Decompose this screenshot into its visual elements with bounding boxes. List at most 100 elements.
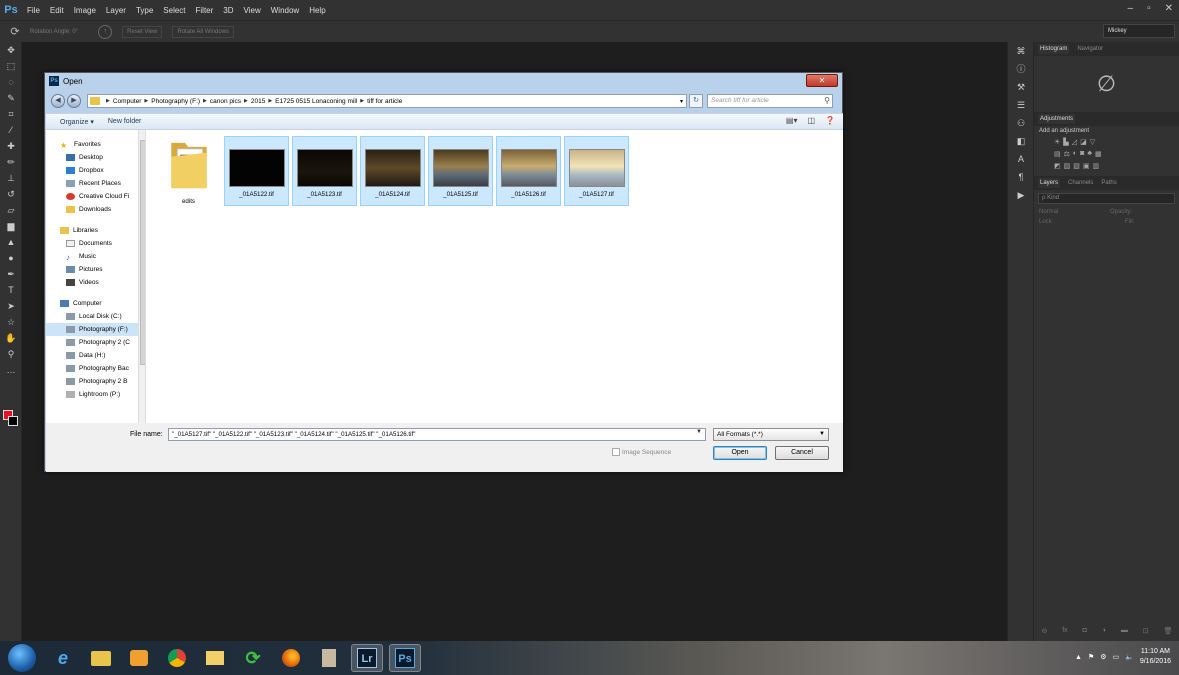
tab-channels[interactable]: Channels xyxy=(1068,180,1093,186)
chrome-icon[interactable] xyxy=(161,644,193,672)
display-icon[interactable]: ▭ xyxy=(1113,653,1120,661)
media-player-icon[interactable] xyxy=(123,644,155,672)
new-folder-button[interactable]: New folder xyxy=(108,118,141,125)
network-icon[interactable]: ⚙ xyxy=(1100,653,1106,661)
app-icon[interactable] xyxy=(313,644,345,672)
file-item[interactable]: _01A5126.tif xyxy=(496,136,561,206)
blend-mode-select[interactable]: Normal xyxy=(1039,209,1058,215)
nav-creative-cloud[interactable]: Creative Cloud Fi xyxy=(46,190,145,203)
breadcrumb-lonaconing[interactable]: E1725 0515 Lonaconing mill xyxy=(275,98,357,105)
file-item[interactable]: _01A5125.tif xyxy=(428,136,493,206)
nav-photography-f[interactable]: Photography (F:) xyxy=(46,323,145,336)
reset-view-button[interactable]: Reset View xyxy=(122,25,163,38)
photoshop-taskbar-icon[interactable]: Ps xyxy=(389,644,421,672)
tab-histogram[interactable]: Histogram xyxy=(1038,44,1070,54)
dodge-tool-icon[interactable]: ● xyxy=(0,250,22,266)
help-icon[interactable]: ❓ xyxy=(825,116,835,125)
image-sequence-checkbox[interactable]: Image Sequence xyxy=(612,448,671,456)
tab-navigator[interactable]: Navigator xyxy=(1077,46,1103,52)
nav-dropbox[interactable]: Dropbox xyxy=(46,164,145,177)
stamp-tool-icon[interactable]: ⊥ xyxy=(0,170,22,186)
nav-lightroom-p[interactable]: Lightroom (P:) xyxy=(46,388,145,401)
clock[interactable]: 11:10 AM 9/16/2016 xyxy=(1140,647,1171,667)
nav-photography-2[interactable]: Photography 2 (C xyxy=(46,336,145,349)
menu-file[interactable]: File xyxy=(22,6,45,15)
menu-type[interactable]: Type xyxy=(131,6,158,15)
preview-pane-icon[interactable]: ◫ xyxy=(807,116,815,125)
nav-photography-backup[interactable]: Photography Bac xyxy=(46,362,145,375)
menu-view[interactable]: View xyxy=(239,6,266,15)
link-layers-icon[interactable]: ⊖ xyxy=(1041,627,1047,639)
tool-presets-panel-icon[interactable]: ◧ xyxy=(1008,132,1034,150)
history-panel-icon[interactable]: ⌘ xyxy=(1008,42,1034,60)
vibrance-icon[interactable]: ▽ xyxy=(1090,138,1095,146)
brush-panel-icon[interactable]: ⚒ xyxy=(1008,78,1034,96)
nav-libraries[interactable]: Libraries xyxy=(46,224,145,237)
threshold-icon[interactable]: ▧ xyxy=(1073,162,1080,170)
file-item[interactable]: _01A5127.tif xyxy=(564,136,629,206)
nav-recent-places[interactable]: Recent Places xyxy=(46,177,145,190)
breadcrumb-photography[interactable]: Photography (F:) xyxy=(151,98,200,105)
new-layer-icon[interactable]: ⊡ xyxy=(1143,627,1149,639)
search-input[interactable]: Search tiff for article ⚲ xyxy=(707,94,833,108)
file-explorer-icon[interactable] xyxy=(85,644,117,672)
close-button[interactable]: ✕ xyxy=(1165,3,1173,14)
nav-photography-2-b[interactable]: Photography 2 B xyxy=(46,375,145,388)
color-balance-icon[interactable]: ⚖ xyxy=(1064,150,1070,158)
hue-sat-icon[interactable]: ▤ xyxy=(1054,150,1061,158)
blur-tool-icon[interactable]: ▲ xyxy=(0,234,22,250)
nav-local-disk[interactable]: Local Disk (C:) xyxy=(46,310,145,323)
mail-icon[interactable] xyxy=(199,644,231,672)
quick-select-tool-icon[interactable]: ✎ xyxy=(0,90,22,106)
workspace-select[interactable]: Mickey xyxy=(1103,24,1175,38)
dialog-close-button[interactable]: ✕ xyxy=(806,74,838,87)
nav-videos[interactable]: Videos xyxy=(46,276,145,289)
actions-play-icon[interactable]: ▶ xyxy=(1008,186,1034,204)
curves-icon[interactable]: ◿ xyxy=(1072,138,1077,146)
more-tools-icon[interactable]: … xyxy=(0,362,22,378)
tab-paths[interactable]: Paths xyxy=(1101,180,1116,186)
eyedropper-tool-icon[interactable]: ⁄ xyxy=(0,122,22,138)
breadcrumb-tiff-for-article[interactable]: tiff for article xyxy=(367,98,402,105)
cancel-button[interactable]: Cancel xyxy=(775,446,829,460)
lasso-tool-icon[interactable]: ◌ xyxy=(0,74,22,90)
posterize-icon[interactable]: ▨ xyxy=(1064,162,1071,170)
nav-desktop[interactable]: Desktop xyxy=(46,151,145,164)
file-item[interactable]: edits xyxy=(156,136,221,206)
mask-icon[interactable]: ◘ xyxy=(1083,627,1087,639)
file-item[interactable]: _01A5124.tif xyxy=(360,136,425,206)
type-tool-icon[interactable]: T xyxy=(0,282,22,298)
nav-favorites[interactable]: ★ Favorites xyxy=(46,138,145,151)
volume-icon[interactable]: 🔈 xyxy=(1125,653,1134,661)
menu-window[interactable]: Window xyxy=(266,6,304,15)
view-options-icon[interactable]: ▤▾ xyxy=(786,116,798,125)
show-hidden-icons-icon[interactable]: ▲ xyxy=(1075,654,1082,661)
maximize-button[interactable]: ▫ xyxy=(1147,3,1151,14)
menu-edit[interactable]: Edit xyxy=(45,6,69,15)
exposure-icon[interactable]: ◪ xyxy=(1080,138,1087,146)
layer-kind-filter[interactable]: ρ Kind xyxy=(1038,193,1175,204)
character-panel-icon[interactable]: A xyxy=(1008,150,1034,168)
shape-tool-icon[interactable]: ☆ xyxy=(0,314,22,330)
file-name-dropdown-icon[interactable]: ▼ xyxy=(696,429,702,435)
eraser-tool-icon[interactable]: ▱ xyxy=(0,202,22,218)
crop-tool-icon[interactable]: ⌗ xyxy=(0,106,22,122)
back-arrow-icon[interactable]: ◀ xyxy=(51,94,65,108)
bw-icon[interactable]: ◐ xyxy=(1073,150,1077,158)
info-panel-icon[interactable]: ⓘ xyxy=(1008,60,1034,78)
organize-button[interactable]: Organize ▾ xyxy=(60,118,94,126)
flag-icon[interactable]: ⚑ xyxy=(1088,653,1094,661)
history-brush-tool-icon[interactable]: ↺ xyxy=(0,186,22,202)
refresh-icon[interactable]: ↻ xyxy=(689,94,703,108)
background-color-swatch[interactable] xyxy=(8,416,18,426)
trash-icon[interactable]: 🗑 xyxy=(1164,627,1173,639)
channel-mixer-icon[interactable]: ♣ xyxy=(1087,150,1092,158)
adjustment-layer-icon[interactable]: ◑ xyxy=(1102,627,1106,639)
nav-computer[interactable]: Computer xyxy=(46,297,145,310)
photo-filter-icon[interactable]: ◙ xyxy=(1080,150,1084,158)
nav-pictures[interactable]: Pictures xyxy=(46,263,145,276)
file-item[interactable]: _01A5123.tif xyxy=(292,136,357,206)
file-format-select[interactable]: All Formats (*.*) ▼ xyxy=(713,428,829,441)
brightness-icon[interactable]: ☀ xyxy=(1054,138,1060,146)
menu-3d[interactable]: 3D xyxy=(218,6,238,15)
